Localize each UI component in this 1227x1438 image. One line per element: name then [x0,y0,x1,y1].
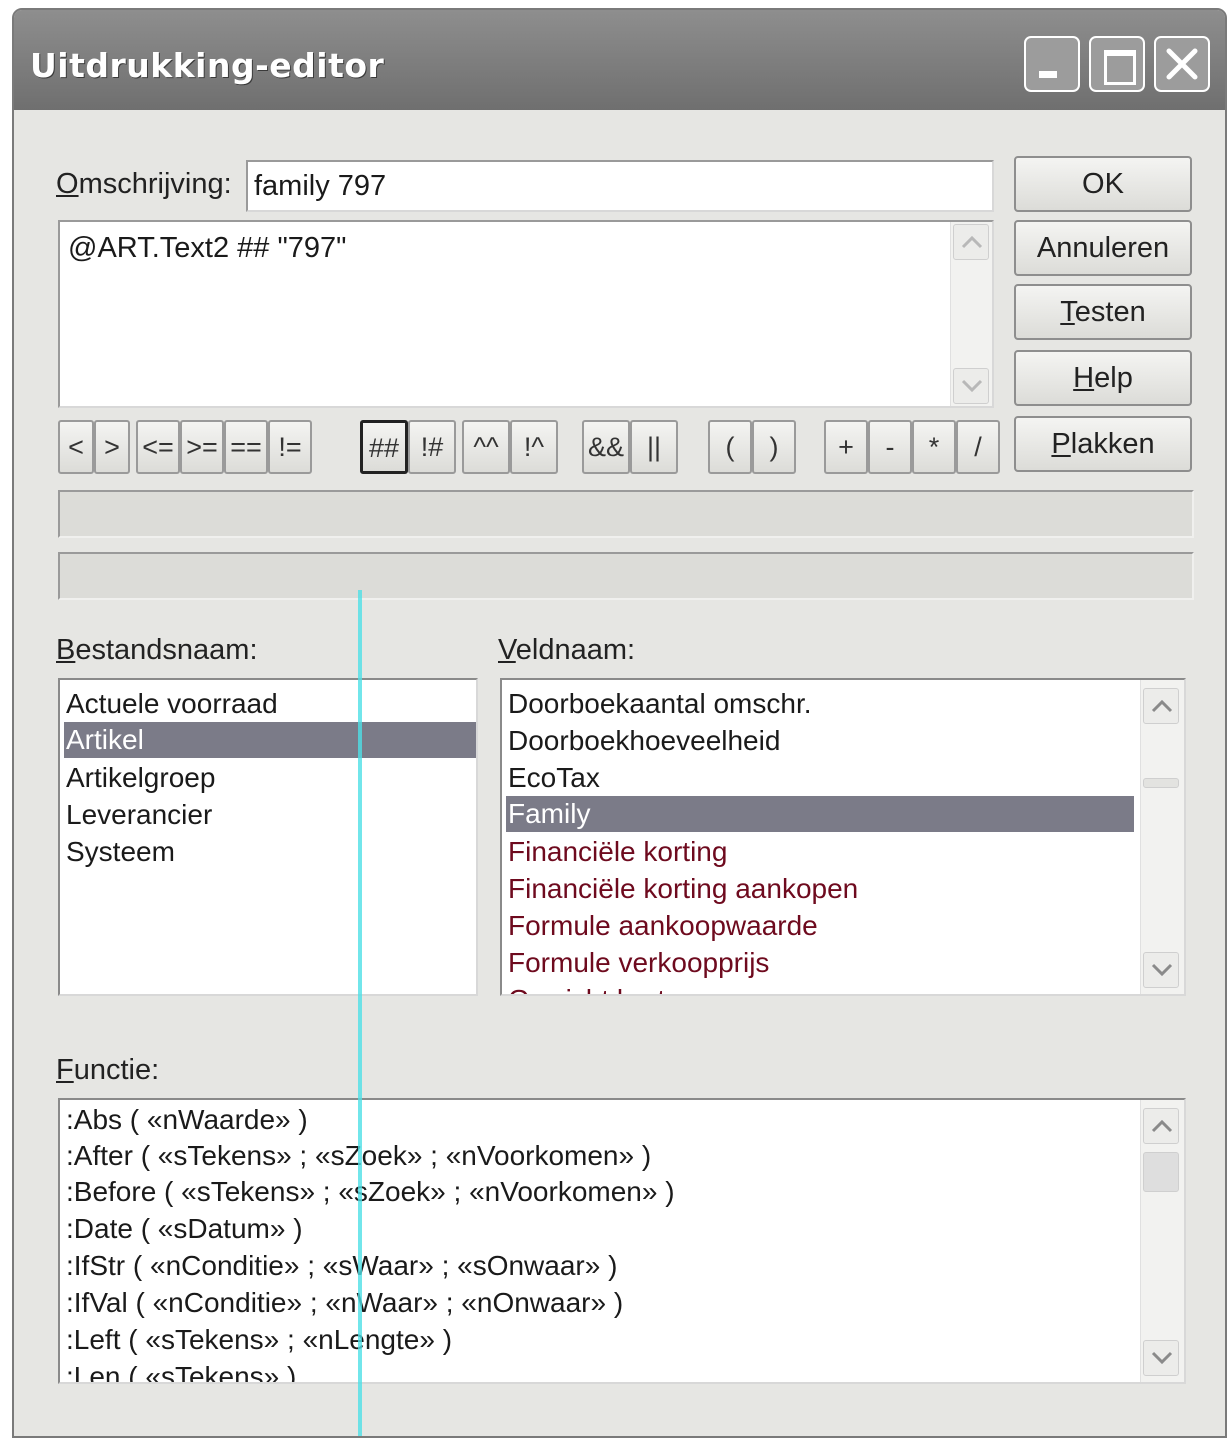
operator-not-contains-button[interactable]: !# [408,420,456,474]
functie-scroll-thumb[interactable] [1143,1152,1179,1192]
list-item[interactable]: Financiële korting [508,834,727,870]
list-item[interactable]: :Left ( «sTekens» ; «nLengte» ) [66,1322,452,1358]
bestandsnaam-list[interactable]: Actuele voorraad Artikel Artikelgroep Le… [58,678,478,996]
list-item[interactable]: :Before ( «sTekens» ; «sZoek» ; «nVoorko… [66,1174,675,1210]
veldnaam-scroll-thumb[interactable] [1143,778,1179,788]
operator-ge-button[interactable]: >= [180,420,224,474]
help-button[interactable]: Help [1014,350,1192,406]
list-item[interactable]: Formule aankoopwaarde [508,908,818,944]
operator-lt-button[interactable]: < [58,420,94,474]
list-item[interactable]: :Len ( «sTekens» ) [66,1359,296,1382]
list-item[interactable]: Leverancier [66,797,212,833]
chevron-down-icon[interactable] [1143,1340,1179,1376]
operator-minus-button[interactable]: - [868,420,912,474]
ok-button[interactable]: OK [1014,156,1192,212]
operator-open-paren-button[interactable]: ( [708,420,752,474]
plakken-button[interactable]: Plakken [1014,416,1192,472]
list-item[interactable]: :Abs ( «nWaarde» ) [66,1102,308,1138]
veldnaam-label: Veldnaam: [498,634,636,666]
list-item[interactable]: Gewicht bruto [508,982,681,994]
expression-text: @ART.Text2 ## "797" [68,232,347,264]
title-bar[interactable]: Uitdrukking-editor [14,10,1225,110]
close-icon[interactable] [1154,36,1210,92]
result-panel [58,490,1194,538]
bestandsnaam-label: Bestandsnaam: [56,634,258,666]
operator-contains-button[interactable]: ## [360,420,408,474]
operator-gt-button[interactable]: > [94,420,130,474]
list-item[interactable]: Financiële korting aankopen [508,871,858,907]
expression-editor-window: Uitdrukking-editor Omschrijving: family … [12,8,1227,1438]
list-item[interactable]: Doorboekhoeveelheid [508,723,780,759]
list-item[interactable]: Artikelgroep [66,760,215,796]
message-panel [58,552,1194,600]
list-item[interactable]: Actuele voorraad [66,686,278,722]
operator-plus-button[interactable]: + [824,420,868,474]
list-item[interactable]: Systeem [66,834,175,870]
expression-scrollbar[interactable] [950,222,992,406]
operator-eq-button[interactable]: == [224,420,268,474]
chevron-down-icon[interactable] [953,368,989,404]
maximize-icon[interactable] [1089,36,1145,92]
functie-list[interactable]: :Abs ( «nWaarde» ) :After ( «sTekens» ; … [58,1098,1186,1384]
operator-starts-with-button[interactable]: ^^ [462,420,510,474]
operator-and-button[interactable]: && [582,420,630,474]
veldnaam-scrollbar[interactable] [1140,680,1184,994]
expression-textarea[interactable]: @ART.Text2 ## "797" [58,220,994,408]
omschrijving-field[interactable]: family 797 [246,160,994,212]
operator-le-button[interactable]: <= [136,420,180,474]
chevron-down-icon[interactable] [1143,952,1179,988]
operator-close-paren-button[interactable]: ) [752,420,796,474]
list-item[interactable]: :IfStr ( «nConditie» ; «sWaar» ; «sOnwaa… [66,1248,617,1284]
chevron-up-icon[interactable] [1143,1108,1179,1144]
window-title: Uitdrukking-editor [30,46,385,85]
list-item[interactable]: Formule verkoopprijs [508,945,769,981]
operator-ne-button[interactable]: != [268,420,312,474]
scan-artifact-line [358,590,362,1436]
list-item[interactable]: :Date ( «sDatum» ) [66,1211,303,1247]
list-item[interactable]: Doorboekaantal omschr. [508,686,812,722]
veldnaam-list[interactable]: Doorboekaantal omschr. Doorboekhoeveelhe… [500,678,1186,996]
list-item-selected[interactable]: Family [506,796,1134,832]
operator-not-starts-with-button[interactable]: !^ [510,420,558,474]
functie-label: Functie: [56,1054,160,1086]
testen-button[interactable]: Testen [1014,284,1192,340]
operator-multiply-button[interactable]: * [912,420,956,474]
chevron-up-icon[interactable] [953,224,989,260]
operator-divide-button[interactable]: / [956,420,1000,474]
annuleren-button[interactable]: Annuleren [1014,220,1192,276]
minimize-icon[interactable] [1024,36,1080,92]
list-item-selected[interactable]: Artikel [64,722,476,758]
chevron-up-icon[interactable] [1143,688,1179,724]
list-item[interactable]: :IfVal ( «nConditie» ; «nWaar» ; «nOnwaa… [66,1285,623,1321]
omschrijving-label: Omschrijving: [56,168,232,200]
operator-or-button[interactable]: || [630,420,678,474]
functie-scrollbar[interactable] [1140,1100,1184,1382]
list-item[interactable]: EcoTax [508,760,600,796]
